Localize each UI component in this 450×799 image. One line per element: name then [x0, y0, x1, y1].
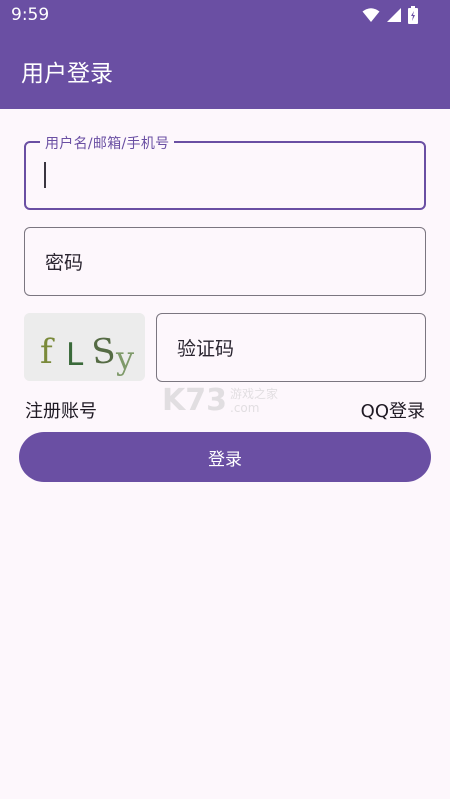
svg-text:K73: K73 — [162, 383, 227, 416]
watermark-logo: K73 游戏之家 .com — [162, 383, 278, 416]
password-field[interactable]: 密码 — [24, 227, 426, 296]
username-label: 用户名/邮箱/手机号 — [40, 133, 175, 153]
svg-text:L: L — [66, 337, 84, 373]
captcha-image[interactable]: f L S y — [24, 313, 145, 381]
captcha-field[interactable]: 验证码 — [156, 313, 426, 382]
svg-text:S: S — [90, 331, 117, 373]
svg-text:y: y — [115, 339, 134, 377]
wifi-icon — [362, 8, 380, 22]
svg-text:.com: .com — [230, 401, 259, 415]
status-icons — [362, 6, 418, 24]
register-link[interactable]: 注册账号 — [25, 397, 97, 423]
text-cursor — [44, 162, 46, 188]
app-bar: 用户登录 — [0, 32, 450, 109]
status-bar: 9:59 — [0, 0, 450, 32]
signal-icon — [387, 8, 401, 22]
qq-login-link[interactable]: QQ登录 — [361, 397, 425, 423]
captcha-graphic: f L S y — [24, 313, 145, 381]
status-time: 9:59 — [11, 5, 50, 25]
captcha-placeholder: 验证码 — [177, 338, 235, 360]
password-placeholder: 密码 — [45, 252, 84, 274]
login-button[interactable]: 登录 — [19, 432, 431, 482]
battery-icon — [408, 6, 418, 24]
svg-text:游戏之家: 游戏之家 — [230, 386, 278, 401]
page-title: 用户登录 — [21, 61, 113, 87]
